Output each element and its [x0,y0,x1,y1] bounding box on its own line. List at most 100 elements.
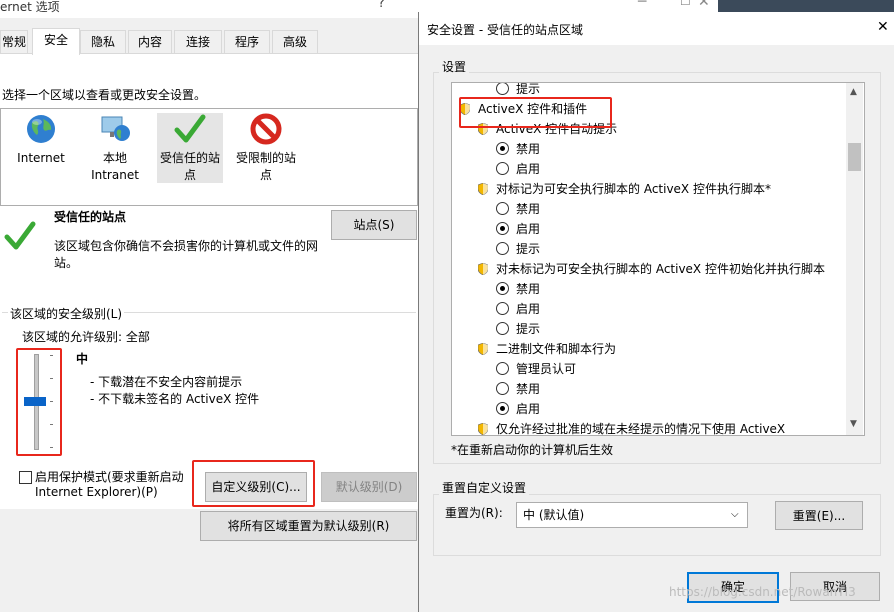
settings-label: 管理员认可 [516,362,577,376]
settings-option[interactable]: 禁用 [496,379,540,399]
settings-label: 提示 [516,322,541,336]
scroll-up-icon[interactable]: ▲ [850,87,857,97]
slider-highlight-box [16,348,62,456]
settings-option[interactable]: 管理员认可 [496,359,576,379]
restricted-icon [250,113,282,145]
settings-label: 启用 [516,162,541,176]
settings-option[interactable]: 禁用 [496,139,540,159]
radio-button[interactable] [496,142,509,155]
scrollbar[interactable]: ▲ ▼ [846,83,863,435]
activex-highlight-box [459,97,612,128]
settings-label: 对标记为可安全执行脚本的 ActiveX 控件执行脚本* [496,182,771,196]
settings-label: 禁用 [516,382,541,396]
radio-button[interactable] [496,222,509,235]
scroll-down-icon[interactable]: ▼ [850,419,857,429]
chevron-down-icon: ⌵ [731,509,739,520]
radio-button[interactable] [496,162,509,175]
radio-button[interactable] [496,362,509,375]
radio-button[interactable] [496,302,509,315]
instruction-text: 选择一个区域以查看或更改安全设置。 [2,88,207,102]
settings-label: 提示 [516,82,541,96]
tab-1[interactable]: 安全 [32,28,80,55]
settings-item: 仅允许经过批准的域在未经提示的情况下使用 ActiveX [478,419,786,436]
settings-option[interactable]: 启用 [496,299,540,319]
level-name: 中 [76,352,89,366]
default-level-button[interactable]: 默认级别(D) [321,472,417,502]
radio-button[interactable] [496,402,509,415]
zone-label: 受信任的站 点 [159,151,220,182]
security-level-label: 该区域的安全级别(L) [8,305,125,322]
settings-label: 二进制文件和脚本行为 [496,342,617,356]
zone-restricted-sites[interactable]: 受限制的站 点 [233,113,299,184]
protected-mode-label-2: Internet Explorer)(P) [35,485,158,499]
radio-button[interactable] [496,83,509,95]
level-desc-1: - 下载潜在不安全内容前提示 [90,375,243,389]
settings-shield-icon [478,183,488,195]
settings-option[interactable]: 启用 [496,399,540,419]
settings-label: 禁用 [516,282,541,296]
tab-2[interactable]: 隐私 [80,30,126,53]
checkmark-icon [174,114,206,143]
dialog-title-bar: 安全设置 - 受信任的站点区域 ✕ [419,12,894,45]
zone-info-title: 受信任的站点 [54,210,127,224]
settings-label: 提示 [516,242,541,256]
tab-5[interactable]: 程序 [224,30,270,53]
reset-to-select[interactable]: 中 (默认值) ⌵ [516,502,748,528]
settings-label: 启用 [516,222,541,236]
title-bar: ernet 选项 ? [0,0,418,18]
tab-4[interactable]: 连接 [174,30,222,53]
radio-button[interactable] [496,242,509,255]
zone-trusted-sites[interactable]: 受信任的站 点 [157,113,223,183]
watermark-text: https://blog.csdn.net/RowanTI3 [669,585,856,599]
radio-button[interactable] [496,382,509,395]
zone-label: Internet [17,151,65,165]
settings-option[interactable]: 提示 [496,239,540,259]
minimize-glyph: ─ [638,0,647,10]
custom-level-highlight-box [192,460,315,507]
tab-0[interactable]: 常规 [0,30,28,53]
settings-shield-icon [478,423,488,435]
tab-3[interactable]: 内容 [128,30,172,53]
settings-option[interactable]: 禁用 [496,199,540,219]
reset-all-zones-button[interactable]: 将所有区域重置为默认级别(R) [200,511,417,541]
settings-option[interactable]: 启用 [496,219,540,239]
settings-label: 启用 [516,302,541,316]
dialog-title: 安全设置 - 受信任的站点区域 [427,23,583,37]
protected-mode-checkbox[interactable] [19,471,32,484]
settings-item: 对标记为可安全执行脚本的 ActiveX 控件执行脚本* [478,179,771,199]
scrollbar-thumb[interactable] [848,143,861,171]
settings-item: 二进制文件和脚本行为 [478,339,616,359]
settings-label: 禁用 [516,202,541,216]
globe-icon [27,115,55,143]
zone-internet[interactable]: Internet [13,113,69,167]
reset-to-label: 重置为(R): [445,506,503,520]
tab-6[interactable]: 高级 [272,30,318,53]
radio-button[interactable] [496,322,509,335]
sites-button[interactable]: 站点(S) [331,210,417,240]
window-title: ernet 选项 [0,0,60,14]
help-button[interactable]: ? [378,0,385,11]
settings-option[interactable]: 提示 [496,319,540,339]
radio-button[interactable] [496,282,509,295]
settings-group-label: 设置 [439,58,470,75]
settings-label: 仅允许经过批准的域在未经提示的情况下使用 ActiveX [496,422,786,436]
internet-options-dialog: ernet 选项 ? 选择一个区域以查看或更改安全设置。 Internet 本地 [0,0,418,612]
reset-button[interactable]: 重置(E)... [775,501,863,530]
trusted-checkmark-icon [4,221,36,250]
close-glyph: ✕ [698,0,710,10]
zone-list: Internet 本地 Intranet 受信任的站 点 受限制的站 点 [0,108,418,206]
settings-option[interactable]: 启用 [496,159,540,179]
settings-label: 对未标记为可安全执行脚本的 ActiveX 控件初始化并执行脚本 [496,262,825,276]
settings-label: 禁用 [516,142,541,156]
zone-local-intranet[interactable]: 本地 Intranet [87,113,143,184]
settings-shield-icon [478,263,488,275]
close-icon[interactable]: ✕ [877,19,889,35]
settings-option[interactable]: 禁用 [496,279,540,299]
radio-button[interactable] [496,202,509,215]
zone-info-description: 该区域包含你确信不会损害你的计算机或文件的网 站。 [54,239,319,270]
settings-label: 启用 [516,402,541,416]
intranet-icon [101,116,130,141]
maximize-glyph: ☐ [680,0,691,8]
settings-list: 提示 ActiveX 控件和插件 ActiveX 控件自动提示 禁用 启用 对标记为可安全… [451,82,865,436]
zone-label: 受限制的站 点 [235,151,296,182]
